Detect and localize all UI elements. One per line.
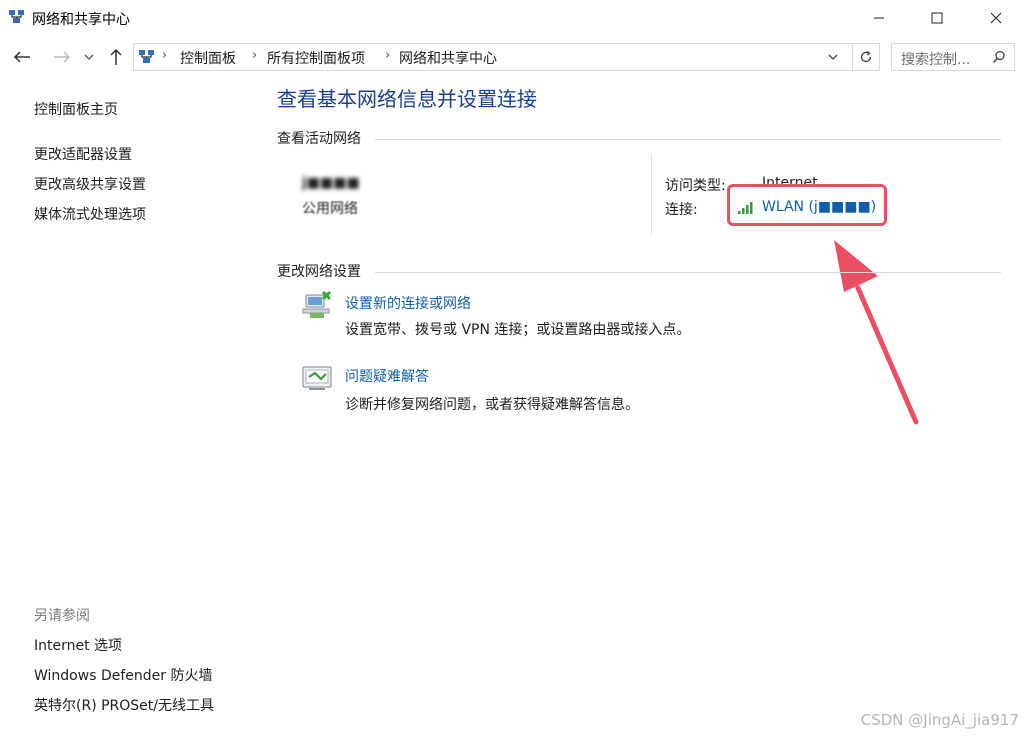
chevron-down-icon bbox=[84, 54, 94, 60]
breadcrumb-separator-icon[interactable]: › bbox=[162, 48, 167, 63]
page-title: 查看基本网络信息并设置连接 bbox=[277, 87, 537, 111]
new-connection-icon bbox=[302, 291, 332, 318]
arrow-right-icon bbox=[54, 51, 71, 63]
back-button[interactable] bbox=[8, 43, 36, 71]
close-button[interactable] bbox=[973, 0, 1019, 36]
section-divider bbox=[375, 139, 1001, 140]
network-center-icon bbox=[139, 50, 154, 63]
troubleshoot-desc: 诊断并修复网络问题，或者获得疑难解答信息。 bbox=[345, 397, 639, 413]
breadcrumb-control-panel[interactable]: 控制面板 bbox=[180, 48, 236, 68]
close-icon bbox=[990, 12, 1002, 24]
network-type: 公用网络 bbox=[302, 201, 358, 217]
change-settings-heading: 更改网络设置 bbox=[277, 264, 361, 280]
search-input[interactable]: 搜索控制... bbox=[901, 49, 970, 69]
access-type-label: 访问类型: bbox=[665, 178, 726, 194]
breadcrumb-network-center[interactable]: 网络和共享中心 bbox=[399, 48, 497, 68]
see-also-heading: 另请参阅 bbox=[34, 608, 90, 624]
up-button[interactable] bbox=[102, 43, 130, 71]
vertical-divider bbox=[651, 155, 652, 235]
setup-connection-link[interactable]: 设置新的连接或网络 bbox=[345, 293, 471, 313]
minimize-icon bbox=[874, 17, 884, 19]
network-name: j■■■■ bbox=[302, 175, 360, 191]
sidebar-item-control-panel-home[interactable]: 控制面板主页 bbox=[34, 99, 118, 119]
sidebar-item-adapter-settings[interactable]: 更改适配器设置 bbox=[34, 144, 132, 164]
setup-connection-desc: 设置宽带、拨号或 VPN 连接；或设置路由器或接入点。 bbox=[345, 322, 691, 338]
watermark: CSDN @JingAi_jia917 bbox=[860, 711, 1019, 729]
annotation-arrow bbox=[834, 240, 919, 425]
breadcrumb-separator-icon[interactable]: › bbox=[252, 48, 257, 63]
see-also-defender-firewall[interactable]: Windows Defender 防火墙 bbox=[34, 665, 212, 685]
arrow-up-icon bbox=[110, 48, 122, 65]
recent-locations-button[interactable] bbox=[78, 43, 100, 71]
chevron-down-icon[interactable] bbox=[828, 53, 838, 61]
forward-button[interactable] bbox=[48, 43, 76, 71]
maximize-button[interactable] bbox=[914, 0, 960, 36]
highlight-box bbox=[727, 184, 887, 226]
minimize-button[interactable] bbox=[856, 0, 902, 36]
active-networks-heading: 查看活动网络 bbox=[277, 131, 361, 147]
title-bar: 网络和共享中心 bbox=[0, 0, 1025, 36]
breadcrumb-all-items[interactable]: 所有控制面板项 bbox=[267, 48, 365, 68]
section-divider bbox=[375, 272, 1001, 273]
sidebar-item-media-streaming[interactable]: 媒体流式处理选项 bbox=[34, 204, 146, 224]
troubleshoot-icon bbox=[302, 366, 332, 390]
breadcrumb-separator-icon[interactable]: › bbox=[385, 48, 390, 63]
sidebar-item-advanced-sharing[interactable]: 更改高级共享设置 bbox=[34, 174, 146, 194]
connection-label: 连接: bbox=[665, 202, 698, 218]
see-also-intel-proset[interactable]: 英特尔(R) PROSet/无线工具 bbox=[34, 695, 214, 715]
search-box[interactable]: 搜索控制... bbox=[891, 43, 1015, 71]
arrow-left-icon bbox=[13, 51, 30, 63]
see-also-internet-options[interactable]: Internet 选项 bbox=[34, 635, 122, 655]
troubleshoot-link[interactable]: 问题疑难解答 bbox=[345, 366, 429, 386]
refresh-icon bbox=[860, 50, 872, 63]
maximize-icon bbox=[931, 12, 943, 24]
search-icon[interactable] bbox=[992, 50, 1006, 64]
network-center-icon bbox=[9, 10, 24, 23]
refresh-button[interactable] bbox=[853, 43, 880, 71]
window-title: 网络和共享中心 bbox=[32, 12, 130, 28]
